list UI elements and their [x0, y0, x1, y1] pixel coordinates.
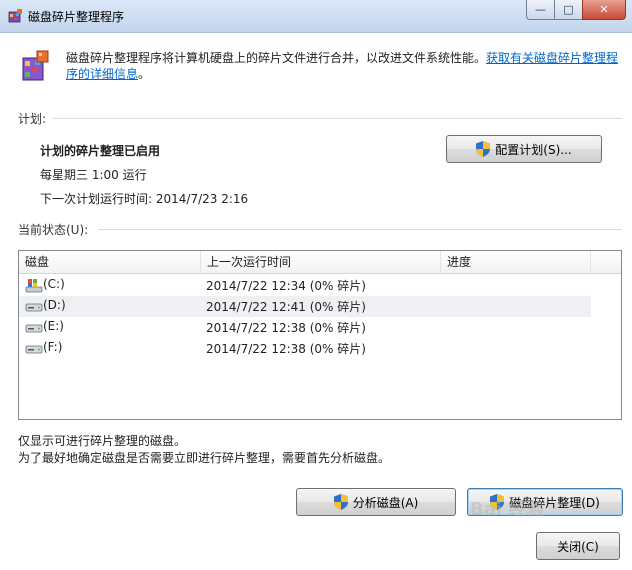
uac-shield-icon	[476, 141, 491, 157]
disk-last-run: 2014/7/22 12:38 (0% 碎片)	[206, 321, 366, 335]
note-defraggable-only: 仅显示可进行碎片整理的磁盘。	[18, 434, 187, 448]
disk-list-header: 磁盘 上一次运行时间 进度	[19, 251, 621, 274]
uac-shield-icon	[333, 494, 348, 510]
disk-list[interactable]: 磁盘 上一次运行时间 进度 (C:) 2014/7/22 12:34 (0% 碎…	[18, 250, 622, 420]
disk-name: (C:)	[43, 277, 65, 291]
close-window-button[interactable]: ✕	[582, 0, 626, 20]
title-bar[interactable]: 磁盘碎片整理程序 — □ ✕	[0, 0, 632, 33]
table-row[interactable]: (E:) 2014/7/22 12:38 (0% 碎片)	[19, 317, 591, 338]
schedule-divider	[52, 118, 622, 119]
close-label: 关闭(C)	[557, 539, 599, 554]
column-last-run[interactable]: 上一次运行时间	[201, 251, 441, 273]
watermark: Bai 经验	[470, 499, 545, 520]
disk-last-run: 2014/7/22 12:38 (0% 碎片)	[206, 342, 366, 356]
analyze-disk-label: 分析磁盘(A)	[352, 495, 419, 510]
status-section-label: 当前状态(U):	[18, 223, 89, 237]
table-row[interactable]: (F:) 2014/7/22 12:38 (0% 碎片)	[19, 338, 591, 359]
analyze-disk-button[interactable]: 分析磁盘(A)	[296, 488, 456, 516]
schedule-section-label: 计划:	[18, 112, 47, 126]
hard-drive-icon	[25, 324, 43, 333]
disk-name: (D:)	[43, 298, 66, 312]
disk-name: (F:)	[43, 340, 63, 354]
note-analyze-first: 为了最好地确定磁盘是否需要立即进行碎片整理，需要首先分析磁盘。	[18, 451, 391, 465]
intro-suffix: 。	[138, 67, 151, 81]
minimize-button[interactable]: —	[526, 0, 555, 20]
close-button[interactable]: 关闭(C)	[536, 532, 620, 560]
defrag-large-icon	[22, 50, 49, 81]
column-disk[interactable]: 磁盘	[19, 251, 201, 273]
column-progress[interactable]: 进度	[441, 251, 591, 273]
hard-drive-icon	[25, 303, 43, 312]
intro-text: 磁盘碎片整理程序将计算机硬盘上的碎片文件进行合并，以改进文件系统性能。	[66, 51, 487, 65]
disk-last-run: 2014/7/22 12:34 (0% 碎片)	[206, 279, 366, 293]
status-divider	[98, 229, 622, 230]
disk-name: (E:)	[43, 319, 64, 333]
hard-drive-icon	[25, 345, 43, 354]
system-drive-icon	[25, 279, 43, 293]
maximize-button[interactable]: □	[555, 0, 582, 20]
defrag-app-icon	[8, 9, 22, 23]
table-row[interactable]: (C:) 2014/7/22 12:34 (0% 碎片)	[19, 275, 591, 296]
disk-last-run: 2014/7/22 12:41 (0% 碎片)	[206, 300, 366, 314]
schedule-next-run: 下一次计划运行时间: 2014/7/23 2:16	[40, 192, 249, 206]
window-title: 磁盘碎片整理程序	[28, 10, 125, 24]
intro-description: 磁盘碎片整理程序将计算机硬盘上的碎片文件进行合并，以改进文件系统性能。获取有关磁…	[66, 50, 626, 82]
table-row[interactable]: (D:) 2014/7/22 12:41 (0% 碎片)	[19, 296, 591, 317]
schedule-frequency: 每星期三 1:00 运行	[40, 168, 147, 182]
configure-schedule-button[interactable]: 配置计划(S)...	[446, 135, 602, 163]
configure-schedule-label: 配置计划(S)...	[495, 142, 572, 157]
schedule-status: 计划的碎片整理已启用	[40, 144, 161, 158]
